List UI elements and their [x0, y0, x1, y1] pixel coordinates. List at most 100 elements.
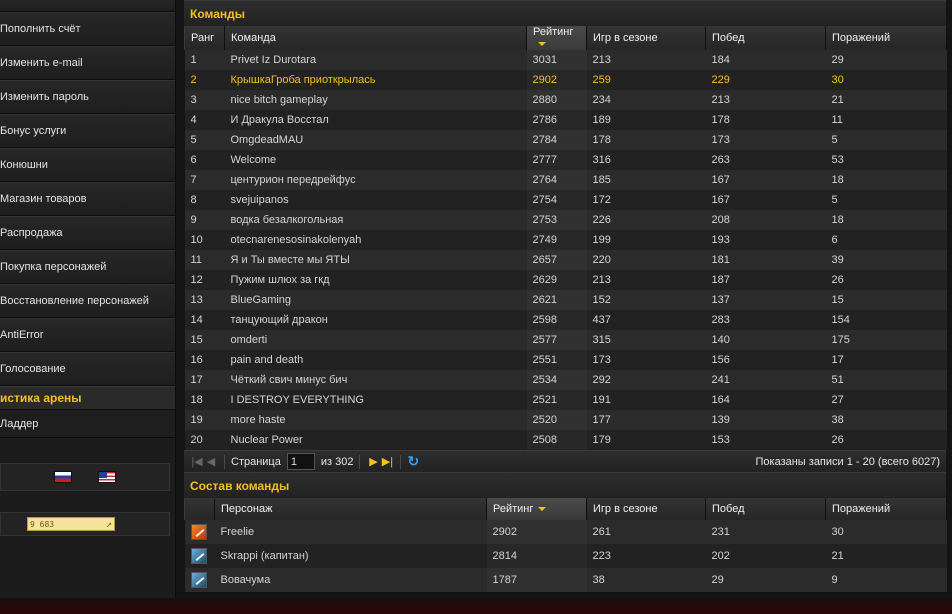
cell-name: nice bitch gameplay: [224, 90, 527, 110]
sidebar-item-stables[interactable]: Конюшни: [0, 148, 175, 182]
cell-rating: 1787: [486, 568, 587, 592]
column-header-wins[interactable]: Побед: [705, 26, 826, 50]
table-row[interactable]: 9 водка безалкогольная 2753 226 208 18: [184, 210, 947, 230]
column-header-rank[interactable]: Ранг: [184, 26, 225, 50]
cell-name: svejuipanos: [224, 190, 527, 210]
column-header-team[interactable]: Команда: [224, 26, 527, 50]
cell-wins: 202: [705, 544, 826, 568]
cell-icon: [184, 568, 215, 592]
column-header-losses[interactable]: Поражений: [825, 498, 947, 520]
cell-losses: 38: [825, 410, 947, 430]
page-number-input[interactable]: [286, 453, 315, 470]
table-row[interactable]: 10 otecnarenesosinakolenyah 2749 199 193 6: [184, 230, 947, 250]
table-row[interactable]: 1 Privet Iz Durotara 3031 213 184 29: [184, 50, 947, 70]
sidebar-item-shop[interactable]: Магазин товаров: [0, 182, 175, 216]
roster-table-body: Freelie 2902 261 231 30 Skrappi (капитан) 2814…: [184, 520, 947, 592]
cell-games: 173: [586, 350, 706, 370]
visit-counter[interactable]: 9 683 ↗: [27, 517, 115, 531]
cell-wins: 213: [705, 90, 826, 110]
russian-flag-icon[interactable]: [54, 471, 72, 483]
table-row[interactable]: 11 Я и Ты вместе мы ЯТЫ 2657 220 181 39: [184, 250, 947, 270]
column-header-losses[interactable]: Поражений: [825, 26, 947, 50]
sidebar-item-buy-characters[interactable]: Покупка персонажей: [0, 250, 175, 284]
cell-losses: 6: [825, 230, 947, 250]
cell-name: otecnarenesosinakolenyah: [224, 230, 527, 250]
table-row[interactable]: 12 Пужим шлюх за гкд 2629 213 187 26: [184, 270, 947, 290]
cell-name: Nuclear Power: [224, 430, 527, 450]
cell-losses: 175: [825, 330, 947, 350]
sidebar-item-label: Конюшни: [0, 159, 48, 171]
warrior-class-icon: [190, 572, 207, 588]
sidebar-item-top[interactable]: [0, 0, 175, 12]
sidebar-item-ladder[interactable]: Ладдер: [0, 410, 175, 438]
cell-losses: 18: [825, 170, 947, 190]
cell-wins: 241: [705, 370, 826, 390]
table-row[interactable]: 19 more haste 2520 177 139 38: [184, 410, 947, 430]
table-row[interactable]: 15 omderti 2577 315 140 175: [184, 330, 947, 350]
table-row[interactable]: 6 Welcome 2777 316 263 53: [184, 150, 947, 170]
us-flag-icon[interactable]: [98, 471, 116, 483]
refresh-icon[interactable]: ↻: [407, 453, 419, 470]
sidebar-item-restore-characters[interactable]: Восстановление персонажей: [0, 284, 175, 318]
cell-name: Privet Iz Durotara: [224, 50, 527, 70]
table-row[interactable]: 7 центурион передрейфус 2764 185 167 18: [184, 170, 947, 190]
table-row[interactable]: 3 nice bitch gameplay 2880 234 213 21: [184, 90, 947, 110]
column-header-character[interactable]: Персонаж: [214, 498, 487, 520]
sidebar-item-change-password[interactable]: Изменить пароль: [0, 80, 175, 114]
table-row[interactable]: 14 танцующий дракон 2598 437 283 154: [184, 310, 947, 330]
table-row[interactable]: 4И Дракула Восстал 2786 189 178 11: [184, 110, 947, 130]
sidebar-item-antierror[interactable]: AntiError: [0, 318, 175, 352]
sidebar-item-voting[interactable]: Голосование: [0, 352, 175, 386]
counter-box: 9 683 ↗: [0, 512, 170, 536]
cell-losses: 11: [825, 110, 947, 130]
cell-games: 152: [586, 290, 706, 310]
table-row[interactable]: 13 BlueGaming 2621 152 137 15: [184, 290, 947, 310]
table-row[interactable]: 18 I DESTROY EVERYTHING 2521 191 164 27: [184, 390, 947, 410]
cell-wins: 173: [705, 130, 826, 150]
cell-games: 178: [586, 130, 706, 150]
cell-games: 226: [586, 210, 706, 230]
column-header-wins[interactable]: Побед: [705, 498, 826, 520]
sidebar-item-label: Ладдер: [0, 417, 39, 430]
table-row[interactable]: 5 OmgdeadMAU 2784 178 173 5: [184, 130, 947, 150]
language-switcher: [0, 463, 170, 491]
column-header-icon: [184, 498, 215, 520]
cell-name: Чёткий свич минус бич: [224, 370, 527, 390]
teams-table-body: 1 Privet Iz Durotara 3031 213 184 29 2 КрышкаГр…: [184, 50, 947, 450]
cell-games: 213: [586, 270, 706, 290]
cell-losses: 21: [825, 90, 947, 110]
cell-wins: 29: [705, 568, 826, 592]
sidebar-item-label: Изменить e-mail: [0, 57, 83, 69]
table-row[interactable]: 20 Nuclear Power 2508 179 153 26: [184, 430, 947, 450]
sidebar-item-bonus[interactable]: Бонус услуги: [0, 114, 175, 148]
table-row[interactable]: Вовачума 1787 38 29 9: [184, 568, 947, 592]
cell-name: Welcome: [224, 150, 527, 170]
table-row[interactable]: 8 svejuipanos 2754 172 167 5: [184, 190, 947, 210]
cell-games: 223: [586, 544, 706, 568]
column-header-rating[interactable]: Рейтинг: [486, 498, 587, 520]
sidebar-item-top-up[interactable]: Пополнить счёт: [0, 12, 175, 46]
column-header-rating[interactable]: Рейтинг: [526, 26, 587, 50]
cell-rating: 2814: [486, 544, 587, 568]
next-page-icon[interactable]: ▶: [366, 455, 380, 468]
sidebar-item-sale[interactable]: Распродажа: [0, 216, 175, 250]
table-row[interactable]: 2 КрышкаГроба приоткрылась 2902 259 229 30: [184, 70, 947, 90]
column-header-games[interactable]: Игр в сезоне: [586, 498, 706, 520]
column-header-games[interactable]: Игр в сезоне: [586, 26, 706, 50]
cell-games: 437: [586, 310, 706, 330]
cell-games: 292: [586, 370, 706, 390]
prev-page-icon[interactable]: ◀: [204, 455, 218, 468]
cell-rating: 2880: [526, 90, 587, 110]
cell-icon: [184, 544, 215, 568]
column-header-label: Рейтинг: [493, 503, 534, 515]
table-row[interactable]: 17 Чёткий свич минус бич 2534 292 241 51: [184, 370, 947, 390]
sidebar-item-change-email[interactable]: Изменить e-mail: [0, 46, 175, 80]
cell-wins: 184: [705, 50, 826, 70]
first-page-icon[interactable]: |◀: [190, 455, 204, 468]
table-row[interactable]: Freelie 2902 261 231 30: [184, 520, 947, 544]
table-row[interactable]: Skrappi (капитан) 2814 223 202 21: [184, 544, 947, 568]
table-row[interactable]: 16 pain and death 2551 173 156 17: [184, 350, 947, 370]
pagination-bar: |◀ ◀ Страница из 302 ▶ ▶| ↻ Показаны зап…: [184, 450, 946, 472]
last-page-icon[interactable]: ▶|: [380, 455, 394, 468]
cell-rating: 2902: [486, 520, 587, 544]
